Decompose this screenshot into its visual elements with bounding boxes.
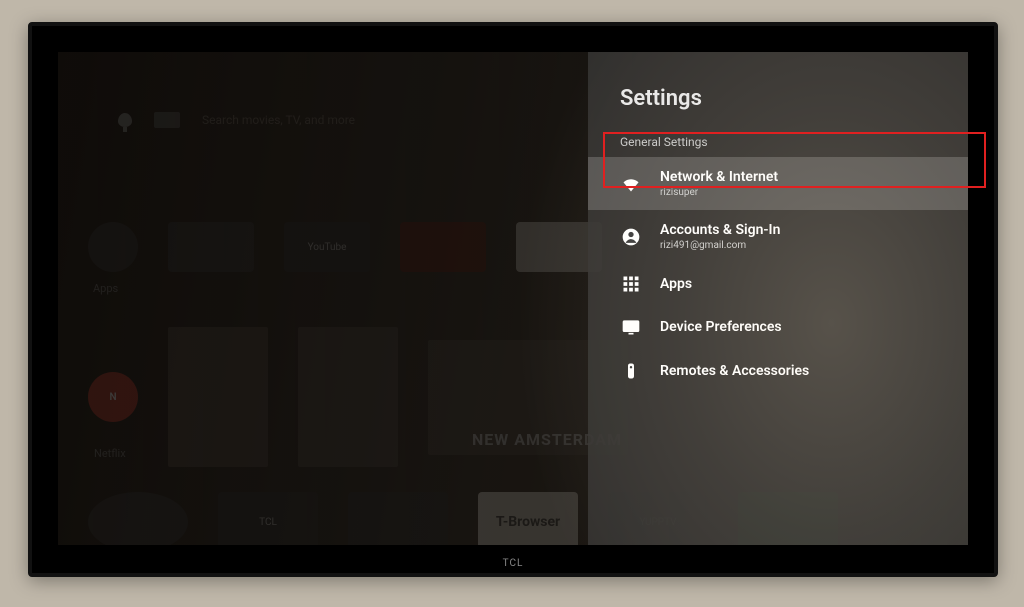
tv-brand-label: TCL bbox=[503, 558, 524, 569]
settings-panel: Settings General Settings Network & Inte… bbox=[588, 52, 968, 545]
menu-item-sub: rizi491@gmail.com bbox=[660, 240, 780, 251]
menu-item-remotes-accessories[interactable]: Remotes & Accessories bbox=[588, 349, 968, 393]
remote-icon bbox=[620, 361, 642, 381]
menu-item-label: Accounts & Sign-In bbox=[660, 222, 780, 238]
account-icon bbox=[620, 227, 642, 247]
wifi-icon bbox=[620, 174, 642, 194]
tv-screen: Search movies, TV, and more YouTube Apps… bbox=[58, 52, 968, 545]
menu-item-network-internet[interactable]: Network & Internet rizisuper bbox=[588, 157, 968, 210]
tv-icon bbox=[620, 317, 642, 337]
settings-menu: Network & Internet rizisuper Accounts & … bbox=[588, 157, 968, 393]
apps-grid-icon bbox=[620, 275, 642, 293]
menu-item-device-preferences[interactable]: Device Preferences bbox=[588, 305, 968, 349]
menu-item-label: Apps bbox=[660, 276, 692, 292]
settings-title: Settings bbox=[588, 86, 968, 111]
tv-frame: TCL Search movies, TV, and more YouTube … bbox=[28, 22, 998, 577]
menu-item-accounts-signin[interactable]: Accounts & Sign-In rizi491@gmail.com bbox=[588, 210, 968, 263]
menu-item-label: Network & Internet bbox=[660, 169, 778, 185]
menu-item-apps[interactable]: Apps bbox=[588, 263, 968, 305]
menu-item-label: Remotes & Accessories bbox=[660, 363, 809, 379]
settings-section-header: General Settings bbox=[588, 135, 968, 149]
menu-item-sub: rizisuper bbox=[660, 187, 778, 198]
menu-item-label: Device Preferences bbox=[660, 319, 782, 335]
